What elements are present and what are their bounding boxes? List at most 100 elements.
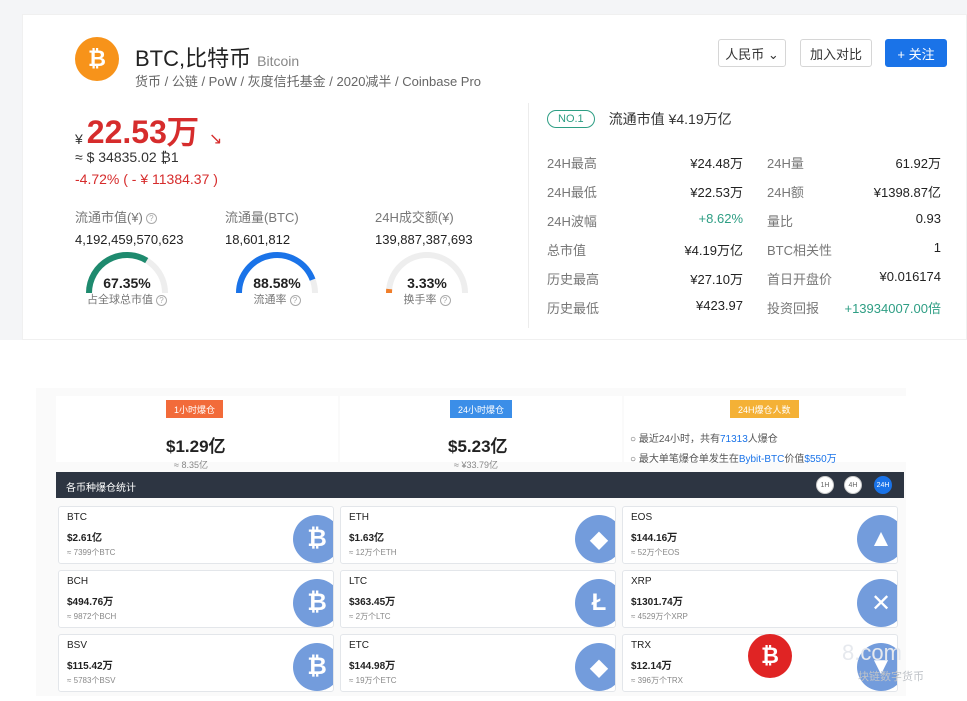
bsv-icon: ₿ (293, 643, 333, 691)
eth-icon: ◆ (575, 515, 615, 563)
detail-item: 投资回报 +13934007.00倍 (767, 298, 941, 317)
detail-item: 总市值 ¥4.19万亿 (547, 240, 743, 259)
rank-market-cap: 流通市值 ¥4.19万亿 (608, 111, 732, 127)
detail-label: 24H波幅 (547, 214, 597, 229)
coin-name: BTC (67, 512, 87, 523)
coin-sub: ≈ 2万个LTC (349, 612, 391, 621)
liq-24h-card: 24小时爆仓 $5.23亿 ≈ ¥33.79亿 (340, 396, 622, 470)
coin-sub: ≈ 52万个EOS (631, 548, 680, 557)
tf-1h-button[interactable]: 1H (816, 476, 834, 494)
price-usd: ≈ $ 34835.02 ₿1 (75, 149, 179, 165)
detail-label: 历史最高 (547, 272, 600, 287)
coin-card-eos[interactable]: EOS $144.16万 ≈ 52万个EOS ▲ (622, 506, 898, 564)
detail-value: ¥22.53万 (690, 185, 743, 200)
detail-value: +13934007.00倍 (844, 301, 941, 316)
coin-card-xrp[interactable]: XRP $1301.74万 ≈ 4529万个XRP ✕ (622, 570, 898, 628)
supply-stat: 流通量(BTC) 18,601,812 (225, 210, 299, 247)
rank-row: NO.1 流通市值 ¥4.19万亿 (547, 109, 732, 129)
detail-item: 24H额 ¥1398.87亿 (767, 182, 941, 201)
trend-down-icon: ↘ (208, 131, 223, 148)
follow-button[interactable]: + 关注 (885, 39, 947, 67)
detail-value: ¥0.016174 (879, 269, 941, 284)
detail-label: 总市值 (547, 243, 587, 258)
detail-label: 24H额 (767, 185, 804, 200)
coin-amount: $494.76万 (67, 597, 114, 608)
bch-icon: ₿ (293, 579, 333, 627)
bitcoin-logo-icon: ₿ (75, 37, 119, 81)
detail-label: 量比 (767, 214, 794, 229)
detail-label: 历史最低 (547, 301, 600, 316)
coin-name: EOS (631, 512, 653, 523)
ltc-icon: Ł (575, 579, 615, 627)
coin-sub: ≈ 396万个TRX (631, 676, 683, 685)
coin-name: LTC (349, 576, 368, 587)
coin-card-etc[interactable]: ETC $144.98万 ≈ 19万个ETC ◆ (340, 634, 616, 692)
detail-item: 历史最高 ¥27.10万 (547, 269, 743, 288)
detail-value: ¥4.19万亿 (684, 243, 743, 258)
coin-amount: $363.45万 (349, 597, 396, 608)
detail-item: 历史最低 ¥423.97 (547, 298, 743, 317)
coin-name: TRX (631, 640, 651, 651)
help-icon[interactable]: ? (156, 294, 167, 306)
watermark-subtext: 块链数字货币 (858, 671, 924, 683)
coin-card-ltc[interactable]: LTC $363.45万 ≈ 2万个LTC Ł (340, 570, 616, 628)
rank-badge: NO.1 (547, 110, 595, 128)
coin-card-bch[interactable]: BCH $494.76万 ≈ 9872个BCH ₿ (58, 570, 334, 628)
coin-name: BSV (67, 640, 88, 651)
tf-24h-button[interactable]: 24H (874, 476, 892, 494)
detail-item: 24H最低 ¥22.53万 (547, 182, 743, 201)
coin-sub: ≈ 19万个ETC (349, 676, 397, 685)
price-value: 22.53万 (86, 114, 199, 150)
detail-label: 24H最高 (547, 156, 597, 171)
tf-4h-button[interactable]: 4H (844, 476, 862, 494)
watermark-text: 8.com (842, 640, 902, 665)
coin-amount: $144.16万 (631, 533, 678, 544)
coin-sub: ≈ 9872个BCH (67, 612, 117, 621)
coin-name: ETC (349, 640, 369, 651)
help-icon[interactable]: ? (439, 294, 451, 306)
coin-amount: $2.61亿 (67, 533, 103, 544)
coin-tags: 货币 / 公链 / PoW / 灰度信托基金 / 2020减半 / Coinba… (135, 74, 482, 89)
coin-card-eth[interactable]: ETH $1.63亿 ≈ 12万个ETH ◆ (340, 506, 616, 564)
divider (528, 103, 529, 328)
coin-card-btc[interactable]: BTC $2.61亿 ≈ 7399个BTC ₿ (58, 506, 334, 564)
detail-value: ¥423.97 (696, 298, 743, 313)
detail-label: 24H量 (767, 156, 804, 171)
coin-sub: ≈ 4529万个XRP (631, 612, 688, 621)
detail-item: 24H量 61.92万 (767, 153, 941, 172)
detail-value: 1 (933, 240, 941, 255)
currency-symbol: ¥ (75, 131, 83, 147)
coin-amount: $115.42万 (67, 661, 113, 672)
gauge-circulation: 88.58% 流通率? (231, 249, 323, 307)
detail-value: ¥1398.87亿 (873, 185, 941, 200)
watermark-logo-icon: ₿ (748, 634, 792, 678)
detail-item: BTC相关性 1 (767, 240, 941, 259)
coin-liq-title: 各币种爆仓统计 (66, 483, 136, 494)
detail-value: ¥27.10万 (690, 272, 743, 287)
coin-name: ETH (349, 512, 369, 523)
volume-stat: 24H成交额(¥) 139,887,387,693 (375, 210, 473, 247)
currency-select[interactable]: 人民币 ⌄ (718, 39, 786, 67)
gauge-global-share: 67.35% 占全球总市值? (81, 249, 173, 307)
liq-1h-cny: ≈ 8.35亿 (174, 460, 208, 470)
detail-item: 24H波幅 +8.62% (547, 211, 743, 230)
gauge-turnover: 3.33% 换手率? (381, 249, 473, 307)
add-compare-button[interactable]: 加入对比 (800, 39, 872, 67)
coin-amount: $1.63亿 (349, 533, 385, 544)
detail-item: 量比 0.93 (767, 211, 941, 230)
market-cap-stat: 流通市值(¥)? 4,192,459,570,623 (75, 210, 184, 247)
detail-value: 61.92万 (895, 156, 941, 171)
detail-item: 首日开盘价 ¥0.016174 (767, 269, 941, 288)
coin-card-bsv[interactable]: BSV $115.42万 ≈ 5783个BSV ₿ (58, 634, 334, 692)
coin-amount: $1301.74万 (631, 597, 683, 608)
help-icon[interactable]: ? (289, 294, 301, 306)
help-icon[interactable]: ? (145, 213, 157, 225)
liq-24h-tag: 24小时爆仓 (450, 400, 513, 418)
liq-24h-cny: ≈ ¥33.79亿 (454, 460, 498, 470)
coin-overview-panel: ₿ BTC,比特币 Bitcoin 货币 / 公链 / PoW / 灰度信托基金 … (22, 14, 967, 340)
coin-name: XRP (631, 576, 652, 587)
liq-1h-tag: 1小时爆仓 (166, 400, 224, 418)
detail-value: 0.93 (915, 211, 941, 226)
price-row: ¥ 22.53万 ↘ (75, 107, 222, 153)
liq-info-max: ○ 最大单笔爆仓单发生在Bybit-BTC价值$550万 (630, 454, 837, 465)
